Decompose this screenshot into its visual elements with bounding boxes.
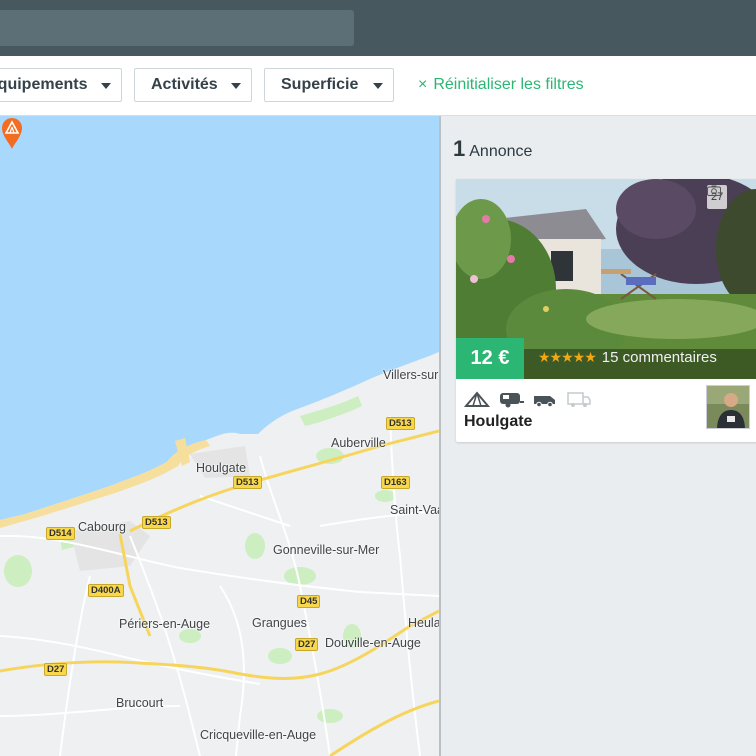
van-icon xyxy=(532,390,558,408)
map-place-label: Auberville xyxy=(331,436,386,450)
map-place-label: Villers-sur-Mer xyxy=(383,368,439,382)
road-label: D514 xyxy=(46,527,75,540)
filter-label: Activités xyxy=(151,76,218,93)
road-label: D163 xyxy=(381,476,410,489)
map-place-label: Grangues xyxy=(252,616,307,630)
map-place-label: Brucourt xyxy=(116,696,164,710)
road-label: D27 xyxy=(44,663,68,676)
road-label: D513 xyxy=(142,516,171,529)
results-count-number: 1 xyxy=(453,136,466,161)
map-place-label: Houlgate xyxy=(196,461,247,475)
filter-activites[interactable]: Activités xyxy=(134,68,252,102)
road-label: D45 xyxy=(297,595,321,608)
map-place-label: Cabourg xyxy=(78,520,126,534)
photo-count-badge: 27 xyxy=(707,185,728,209)
rating: ★★★★★ 15 commentaires xyxy=(538,349,717,366)
host-avatar[interactable] xyxy=(706,385,750,429)
map-place-label: Douville-en-Auge xyxy=(325,636,421,650)
map-place-label: Périers-en-Auge xyxy=(119,617,211,631)
search-input[interactable] xyxy=(0,10,354,46)
filter-label: Équipements xyxy=(0,76,88,93)
tent-pin-icon[interactable] xyxy=(0,116,24,150)
reset-filters-label: Réinitialiser les filtres xyxy=(433,76,584,93)
caret-down-icon xyxy=(373,83,383,89)
camper-icon xyxy=(566,390,592,408)
caret-down-icon xyxy=(101,83,111,89)
caravan-icon xyxy=(498,390,524,408)
listing-title: Houlgate xyxy=(464,413,533,430)
map-place-label: Heuland xyxy=(408,616,439,630)
map[interactable]: Villers-sur-Mer Auberville Houlgate Cabo… xyxy=(0,116,439,756)
map-place-label: Cricqueville-en-Auge xyxy=(200,728,317,742)
road-label: D400A xyxy=(88,584,124,597)
reset-filters-link[interactable]: × Réinitialiser les filtres xyxy=(418,76,584,94)
vehicle-types xyxy=(463,389,592,409)
listing-photo[interactable]: 27 12 € ★★★★★ 15 commentaires xyxy=(456,179,756,379)
camera-icon xyxy=(707,185,721,196)
caret-down-icon xyxy=(231,83,241,89)
results-panel: 1 Annonce 27 12 € ★★★★★ 15 commentaires … xyxy=(441,116,756,756)
close-icon: × xyxy=(418,76,428,93)
road-label: D27 xyxy=(295,638,319,651)
filter-bar: Équipements Activités Superficie × Réinit… xyxy=(0,56,756,116)
reviews-count: 15 commentaires xyxy=(601,349,717,366)
listing-card[interactable]: 27 12 € ★★★★★ 15 commentaires Houlgate xyxy=(456,179,756,442)
results-count-label: Annonce xyxy=(469,143,533,160)
host-avatar-image xyxy=(707,386,749,428)
star-rating: ★★★★★ xyxy=(538,349,597,365)
road-label: D513 xyxy=(233,476,262,489)
results-count: 1 Annonce xyxy=(453,136,532,162)
map-place-label: Gonneville-sur-Mer xyxy=(273,543,380,557)
map-place-label: Saint-Vaast-en-Auge xyxy=(390,503,439,517)
filter-equipements[interactable]: Équipements xyxy=(0,68,122,102)
tent-icon xyxy=(463,390,491,408)
filter-label: Superficie xyxy=(281,76,359,93)
price-tag: 12 € xyxy=(456,338,524,379)
road-label: D513 xyxy=(386,417,415,430)
top-bar xyxy=(0,0,756,56)
filter-superficie[interactable]: Superficie xyxy=(264,68,394,102)
